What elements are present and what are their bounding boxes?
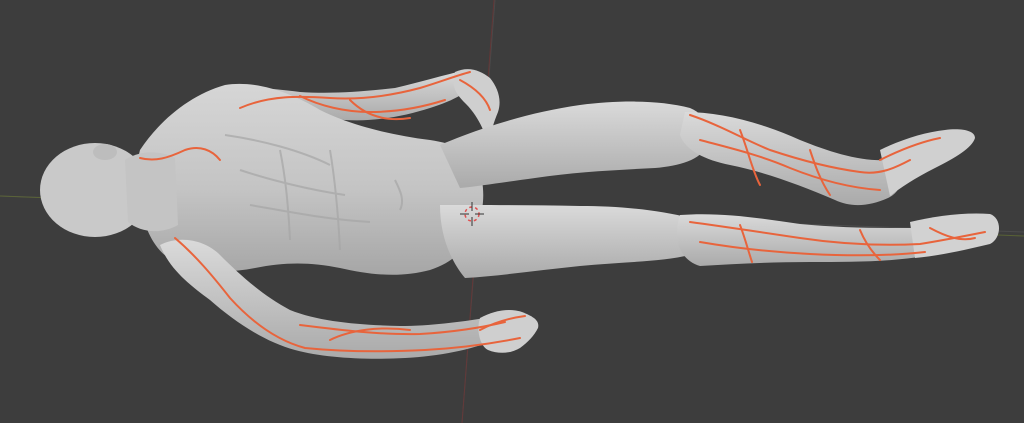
shin-top[interactable] [680,112,902,206]
viewport-canvas[interactable] [0,0,1024,423]
ear [93,144,117,160]
shin-bottom[interactable] [676,214,934,266]
human-model[interactable] [40,69,999,359]
foot-top[interactable] [880,129,975,196]
hand-bottom[interactable] [478,310,539,353]
neck[interactable] [125,152,178,232]
3d-viewport[interactable] [0,0,1024,423]
